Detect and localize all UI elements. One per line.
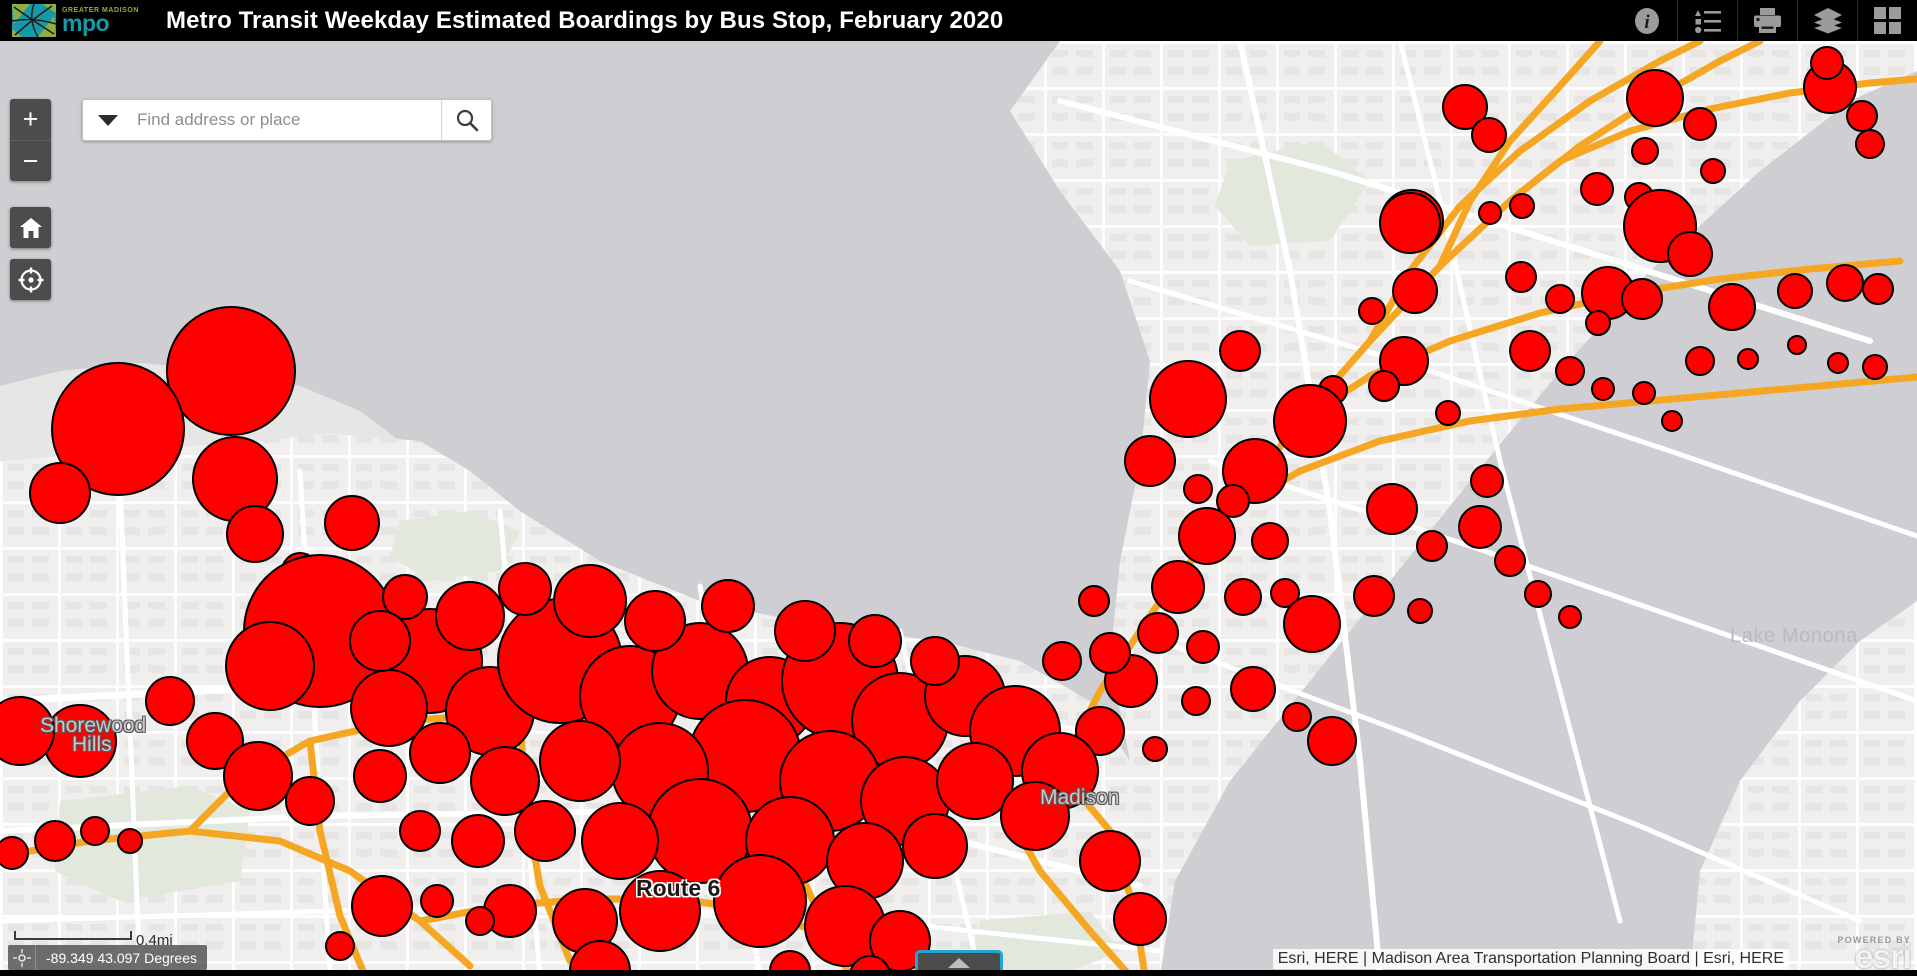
map-viewport[interactable]: Lake Monona Madison Shorewood Hills Rout…: [0, 41, 1917, 976]
zoom-out-label: −: [22, 145, 39, 176]
crosshair-small-icon: [12, 948, 31, 967]
printer-icon: [1754, 8, 1781, 33]
search-input[interactable]: [133, 100, 441, 140]
basemap-gallery-button[interactable]: [1857, 0, 1917, 41]
zoom-out-button[interactable]: −: [10, 140, 51, 181]
page-title: Metro Transit Weekday Estimated Boarding…: [166, 6, 1004, 34]
info-icon: i: [1635, 7, 1659, 34]
coordinate-readout: -89.349 43.097 Degrees: [8, 945, 207, 970]
mpo-logo-name: mpo: [62, 9, 110, 36]
map-application: GREATER MADISON mpo Metro Transit Weekda…: [0, 0, 1917, 976]
about-info-button[interactable]: i: [1617, 0, 1677, 41]
esri-logo: POWERED BY esri: [1837, 935, 1912, 976]
map-graphics: [0, 41, 1917, 976]
chevron-down-icon: [98, 115, 118, 126]
crosshair-locate-icon: [18, 267, 43, 292]
home-extent-button[interactable]: [10, 207, 51, 248]
header-toolbar: i: [1617, 0, 1917, 41]
map-attribution: Esri, HERE | Madison Area Transportation…: [1272, 949, 1789, 969]
chevron-up-icon: [947, 958, 970, 968]
scale-bar-line: [14, 931, 132, 940]
zoom-in-button[interactable]: +: [10, 99, 51, 140]
magnifier-icon: [456, 109, 478, 132]
layers-button[interactable]: [1797, 0, 1857, 41]
layers-stack-icon: [1813, 8, 1842, 34]
print-button[interactable]: [1737, 0, 1797, 41]
scale-bar: 0.4mi: [14, 931, 173, 949]
mpo-logo-icon: [12, 4, 56, 37]
app-header: GREATER MADISON mpo Metro Transit Weekda…: [0, 0, 1917, 41]
zoom-controls: + −: [10, 99, 51, 181]
search-submit-button[interactable]: [441, 100, 491, 140]
esri-wordmark: esri: [1854, 938, 1912, 976]
search-source-dropdown[interactable]: [83, 100, 133, 140]
mpo-logo-text: GREATER MADISON mpo: [62, 7, 139, 35]
coordinate-toggle-button[interactable]: [8, 945, 36, 970]
zoom-in-label: +: [22, 104, 39, 134]
search-widget: [82, 99, 492, 141]
legend-list-icon: [1694, 9, 1721, 33]
mpo-logo: GREATER MADISON mpo: [0, 0, 150, 41]
legend-button[interactable]: [1677, 0, 1737, 41]
bottom-strip: [0, 970, 1917, 976]
coordinate-value: -89.349 43.097 Degrees: [46, 949, 197, 966]
svg-text:i: i: [1644, 12, 1650, 33]
home-icon: [19, 217, 42, 238]
grid-squares-icon: [1874, 7, 1901, 34]
my-location-button[interactable]: [10, 259, 51, 300]
